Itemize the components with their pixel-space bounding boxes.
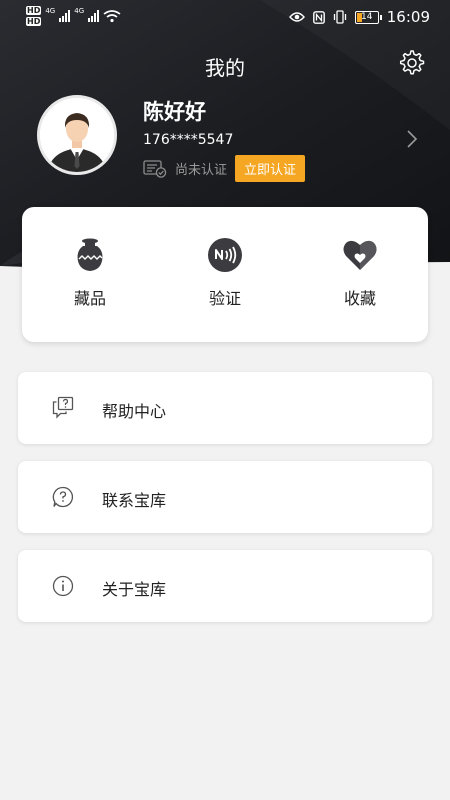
menu-item-help-center[interactable]: 帮助中心 bbox=[18, 372, 432, 444]
quick-action-verify[interactable]: 验证 bbox=[180, 237, 270, 309]
quick-action-collections[interactable]: 藏品 bbox=[45, 237, 135, 309]
menu-item-label: 联系宝库 bbox=[102, 491, 167, 510]
page-title: 我的 bbox=[205, 56, 245, 80]
nfc-status-icon bbox=[312, 10, 325, 24]
contact-icon bbox=[52, 486, 74, 508]
vibrate-icon bbox=[333, 10, 346, 24]
verify-row: 尚未认证 立即认证 bbox=[143, 155, 306, 182]
signal-icon bbox=[88, 10, 100, 22]
status-bar: HD HD 4G 4G 14 16:09 bbox=[0, 0, 450, 34]
vase-icon bbox=[77, 238, 103, 271]
nfc-icon bbox=[208, 238, 242, 272]
help-center-icon bbox=[52, 396, 74, 419]
network-type: 4G bbox=[74, 7, 85, 15]
status-time: 16:09 bbox=[386, 8, 430, 26]
gear-icon[interactable] bbox=[398, 49, 426, 77]
menu-item-label: 帮助中心 bbox=[102, 402, 167, 421]
id-card-icon bbox=[143, 159, 167, 178]
quick-action-label: 验证 bbox=[208, 289, 241, 308]
hd-badges: HD HD bbox=[26, 6, 42, 26]
user-name: 陈好好 bbox=[143, 100, 206, 124]
menu-item-contact[interactable]: 联系宝库 bbox=[18, 461, 432, 533]
battery-icon: 14 bbox=[354, 10, 382, 24]
heart-icon bbox=[343, 240, 377, 270]
quick-action-label: 藏品 bbox=[73, 289, 106, 308]
menu-item-about[interactable]: 关于宝库 bbox=[18, 550, 432, 622]
eye-icon bbox=[288, 12, 305, 22]
menu-item-label: 关于宝库 bbox=[102, 580, 167, 599]
quick-action-favorites[interactable]: 收藏 bbox=[315, 237, 405, 309]
wifi-icon bbox=[103, 10, 121, 23]
chevron-right-icon[interactable] bbox=[405, 128, 419, 150]
network-type: 4G bbox=[45, 7, 56, 15]
verify-status: 尚未认证 bbox=[175, 163, 228, 178]
signal-icon bbox=[59, 10, 71, 22]
verify-now-button[interactable]: 立即认证 bbox=[235, 155, 306, 182]
quick-actions-card: 藏品 验证 收藏 bbox=[22, 207, 428, 342]
info-icon bbox=[52, 575, 74, 597]
quick-action-label: 收藏 bbox=[343, 289, 376, 308]
avatar[interactable] bbox=[37, 95, 117, 175]
user-phone: 176****5547 bbox=[143, 132, 234, 148]
